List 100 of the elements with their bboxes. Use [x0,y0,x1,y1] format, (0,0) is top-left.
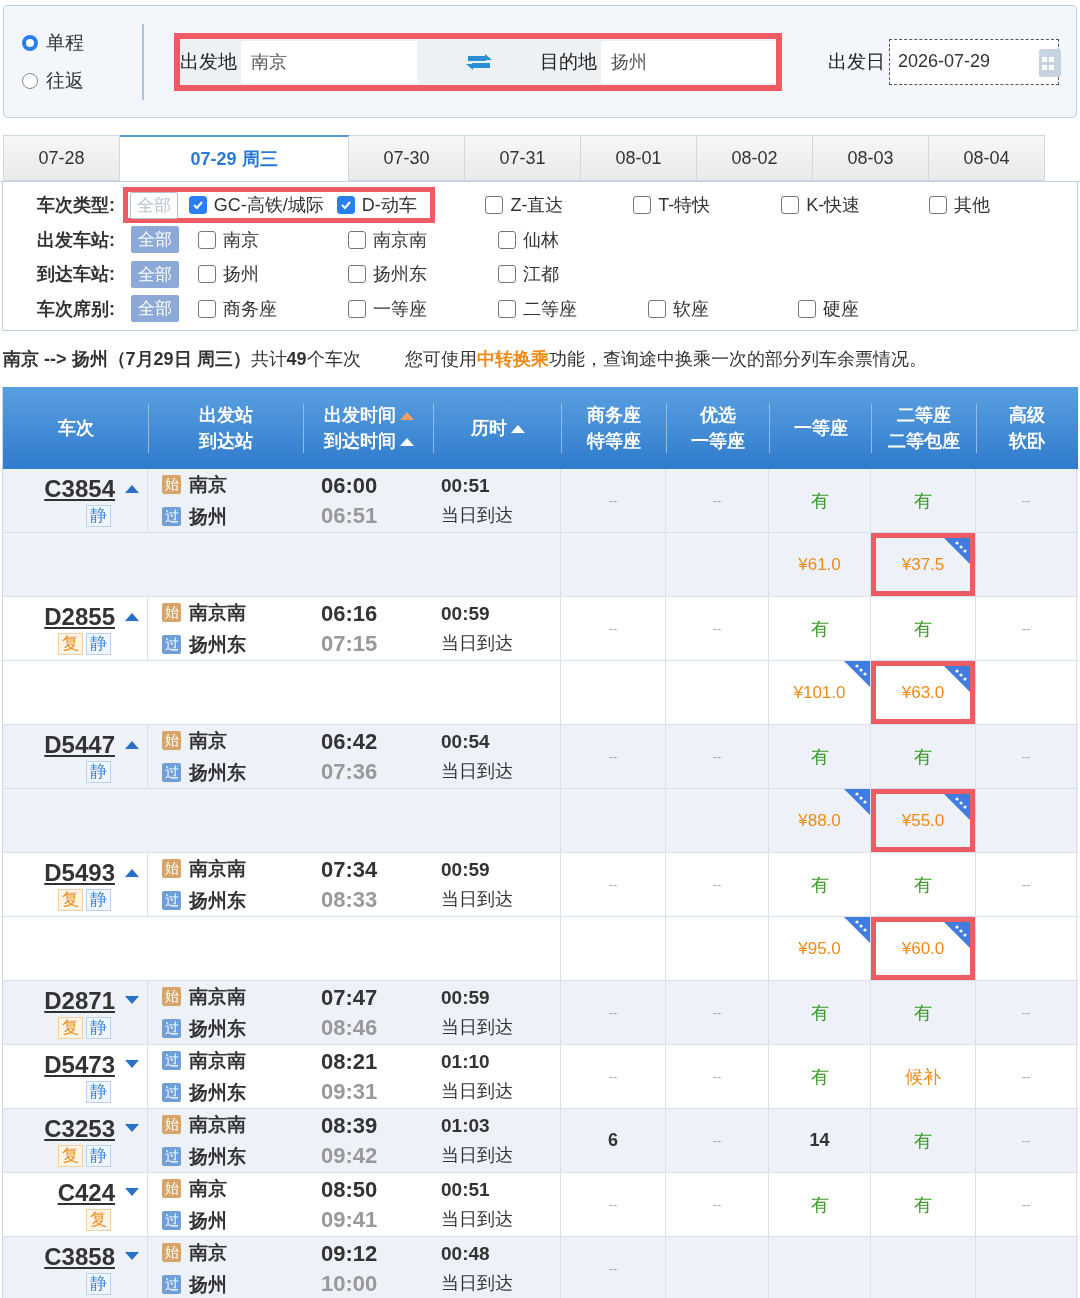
expand-arrow-icon[interactable] [125,1252,139,1261]
field-label: 出发日 [828,49,886,74]
seat-availability: -- [712,1069,722,1084]
station-tag: 始 [162,1115,181,1134]
train-badge: 静 [86,504,111,527]
expand-arrow-icon[interactable] [125,1060,139,1069]
train-number-link[interactable]: D5493 [44,858,115,887]
arrival-time: 08:46 [321,1014,379,1041]
date-tab[interactable]: 07-30 [349,135,465,181]
duration: 00:54 [441,730,491,753]
sort-icon[interactable] [399,436,414,446]
discount-corner-icon [944,666,970,692]
collapse-arrow-icon[interactable] [125,612,139,621]
filter-checkbox[interactable]: 一等座 [348,290,498,327]
collapse-arrow-icon[interactable] [125,484,139,493]
date-tab[interactable]: 08-01 [581,135,697,181]
seat-availability: -- [608,621,618,636]
seat-availability[interactable]: 有 [810,1064,829,1089]
seat-availability[interactable]: 有 [810,872,829,897]
filter-checkbox[interactable]: GC-高铁/城际 [188,187,337,224]
arrival-time: 09:41 [321,1206,379,1233]
filter-checkbox[interactable]: 软座 [648,290,798,327]
from-field[interactable]: 南京 [241,40,417,83]
filter-checkbox[interactable]: D-动车 [336,187,436,224]
filter-checkbox[interactable]: 扬州 [198,256,348,293]
seat-availability: -- [608,1261,618,1276]
seat-availability: -- [608,1069,618,1084]
expand-arrow-icon[interactable] [125,1188,139,1197]
seat-availability[interactable]: 6 [608,1130,618,1151]
expand-arrow-icon[interactable] [125,1124,139,1133]
sort-icon[interactable] [510,423,525,433]
collapse-arrow-icon[interactable] [125,868,139,877]
seat-availability[interactable]: 有 [810,1192,829,1217]
arrival-time: 06:51 [321,502,379,529]
filter-checkbox[interactable]: 硬座 [798,290,948,327]
field-label: 目的地 [540,49,598,74]
filter-checkbox[interactable]: 南京南 [348,221,498,258]
train-badge: 静 [86,632,111,655]
departure-time: 09:12 [321,1240,379,1267]
filter-checkbox[interactable]: 二等座 [498,290,648,327]
date-tab[interactable]: 08-03 [813,135,929,181]
seat-availability[interactable]: 有 [914,872,932,897]
train-number-link[interactable]: D5447 [44,730,115,759]
station-tag: 过 [162,1019,181,1038]
filter-checkbox[interactable]: T-特快 [633,187,782,224]
arrival-time: 08:33 [321,886,379,913]
train-number-link[interactable]: D5473 [44,1050,115,1079]
duration: 00:51 [441,474,491,497]
filter-checkbox[interactable]: 仙林 [498,221,648,258]
station-tag: 始 [162,1179,181,1198]
station-name: 南京南 [189,1112,246,1137]
collapse-arrow-icon[interactable] [125,740,139,749]
train-number-link[interactable]: D2855 [44,602,115,631]
departure-time: 06:16 [321,600,379,627]
date-tab[interactable]: 07-28 [3,135,120,181]
date-tab[interactable]: 08-04 [929,135,1045,181]
train-number-link[interactable]: C3858 [44,1242,115,1271]
filter-checkbox[interactable]: 南京 [198,221,348,258]
station-name: 扬州 [189,504,227,529]
trip-type-radio[interactable]: 往返 [22,67,142,94]
filter-checkbox[interactable]: 扬州东 [348,256,498,293]
filter-checkbox[interactable]: Z-直达 [485,187,634,224]
train-badge: 复 [58,1016,83,1039]
station-name: 扬州东 [189,760,246,785]
station-tag: 始 [162,731,181,750]
train-number-link[interactable]: C424 [57,1178,115,1207]
departure-time: 08:21 [321,1048,379,1075]
date-tab[interactable]: 07-29 周三 [120,135,349,181]
seat-availability[interactable]: 有 [914,616,932,641]
train-badge: 复 [58,888,83,911]
train-badge: 静 [86,1080,111,1103]
column-header: 车次 [57,417,94,440]
expand-arrow-icon[interactable] [125,996,139,1005]
station-name: 南京南 [189,600,246,625]
train-number-link[interactable]: C3854 [44,474,115,503]
station-tag: 过 [162,507,181,526]
station-name: 南京 [189,1176,227,1201]
train-number-link[interactable]: C3253 [44,1114,115,1143]
station-name: 扬州东 [189,1080,246,1105]
filter-checkbox[interactable]: 商务座 [198,290,348,327]
filter-checkbox[interactable]: 其他 [929,187,1077,224]
station-tag: 始 [162,603,181,622]
arrival-day: 当日到达 [441,1206,560,1231]
date-tab[interactable]: 07-31 [465,135,581,181]
seat-availability[interactable]: 有 [810,616,829,641]
seat-availability[interactable]: 有 [914,1192,932,1217]
station-tag: 过 [162,1147,181,1166]
train-number-link[interactable]: D2871 [44,986,115,1015]
seat-availability: -- [712,493,722,508]
date-field[interactable]: 2026-07-29 [889,38,1059,85]
column-header: 到达时间 [323,430,396,453]
discount-corner-icon [844,789,870,815]
to-field[interactable]: 扬州 [601,40,776,83]
seat-availability[interactable]: 14 [809,1130,830,1151]
arrival-day: 当日到达 [441,1270,560,1295]
filter-checkbox[interactable]: 江都 [498,256,648,293]
trip-type-radio[interactable]: 单程 [22,29,142,56]
filter-checkbox[interactable]: K-快速 [781,187,930,224]
date-tab[interactable]: 08-02 [697,135,813,181]
column-header: 软卧 [1009,430,1045,453]
